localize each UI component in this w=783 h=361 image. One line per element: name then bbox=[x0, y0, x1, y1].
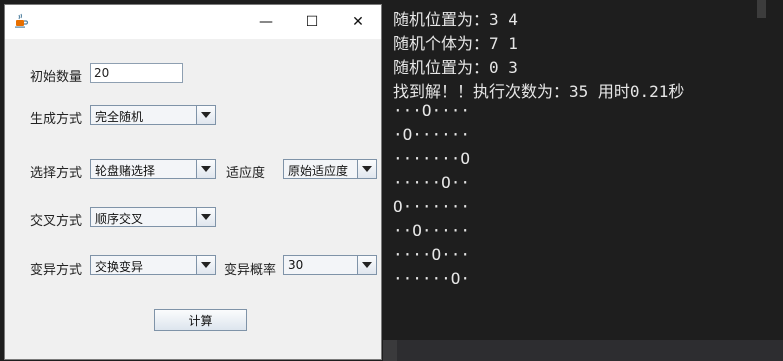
generation-method-select[interactable]: 完全随机 bbox=[90, 105, 216, 125]
board-row: ····O··· bbox=[393, 245, 471, 264]
board-row: ·······O bbox=[393, 149, 471, 168]
chevron-down-icon[interactable] bbox=[196, 208, 215, 226]
chevron-down-icon[interactable] bbox=[357, 256, 376, 274]
console-line: 随机位置为：0 3 bbox=[393, 58, 518, 77]
chevron-down-icon[interactable] bbox=[196, 160, 215, 178]
initial-count-label: 初始数量 bbox=[30, 70, 83, 85]
selection-method-select[interactable]: 轮盘赌选择 bbox=[90, 159, 216, 179]
board-row: ··O····· bbox=[393, 221, 471, 240]
generation-method-value: 完全随机 bbox=[95, 110, 144, 124]
initial-count-field[interactable]: 20 bbox=[90, 63, 183, 83]
chevron-down-icon[interactable] bbox=[196, 106, 215, 124]
console-output: 随机位置为：3 4 随机个体为：7 1 随机位置为：0 3 找到解！！执行次数为… bbox=[383, 0, 783, 340]
mutation-method-value: 交换变异 bbox=[95, 260, 144, 274]
chevron-down-icon[interactable] bbox=[357, 160, 376, 178]
board-row: ·····O·· bbox=[393, 173, 471, 192]
crossover-method-value: 顺序交叉 bbox=[95, 212, 144, 226]
dialog-titlebar[interactable]: — ☐ ✕ bbox=[5, 5, 381, 39]
close-button[interactable]: ✕ bbox=[335, 5, 381, 39]
selection-method-label: 选择方式 bbox=[30, 166, 83, 181]
chevron-down-icon[interactable] bbox=[196, 256, 215, 274]
mutation-method-label: 变异方式 bbox=[30, 263, 83, 278]
status-bar bbox=[383, 340, 783, 361]
crossover-method-select[interactable]: 顺序交叉 bbox=[90, 207, 216, 227]
fitness-select[interactable]: 原始适应度 bbox=[283, 159, 377, 179]
generation-method-label: 生成方式 bbox=[30, 112, 83, 127]
maximize-button[interactable]: ☐ bbox=[289, 5, 335, 39]
compute-button[interactable]: 计算 bbox=[154, 309, 247, 331]
mutation-rate-label: 变异概率 bbox=[224, 263, 277, 278]
selection-method-value: 轮盘赌选择 bbox=[95, 164, 156, 178]
console-scrollbar[interactable] bbox=[757, 0, 766, 18]
console-line: 随机个体为：7 1 bbox=[393, 34, 518, 53]
board-row: ·O······ bbox=[393, 125, 471, 144]
mutation-rate-value: 30 bbox=[288, 258, 304, 272]
console-line: 随机位置为：3 4 bbox=[393, 10, 518, 29]
crossover-method-label: 交叉方式 bbox=[30, 214, 83, 229]
status-bar-segment bbox=[383, 340, 397, 361]
board-row: O······· bbox=[393, 197, 471, 216]
fitness-value: 原始适应度 bbox=[288, 164, 349, 178]
mutation-method-select[interactable]: 交换变异 bbox=[90, 255, 216, 275]
console-result-line: 找到解！！执行次数为：35 用时0.21秒 bbox=[393, 82, 685, 101]
mutation-rate-select[interactable]: 30 bbox=[283, 255, 377, 275]
minimize-button[interactable]: — bbox=[243, 5, 289, 39]
fitness-label: 适应度 bbox=[226, 166, 266, 181]
board-row: ···O···· bbox=[393, 101, 471, 120]
java-cup-icon bbox=[15, 13, 29, 28]
board-row: ······O· bbox=[393, 269, 471, 288]
ga-settings-dialog: — ☐ ✕ 初始数量 20 生成方式 完全随机 选择方式 轮盘赌选择 适应度 原… bbox=[4, 4, 382, 360]
